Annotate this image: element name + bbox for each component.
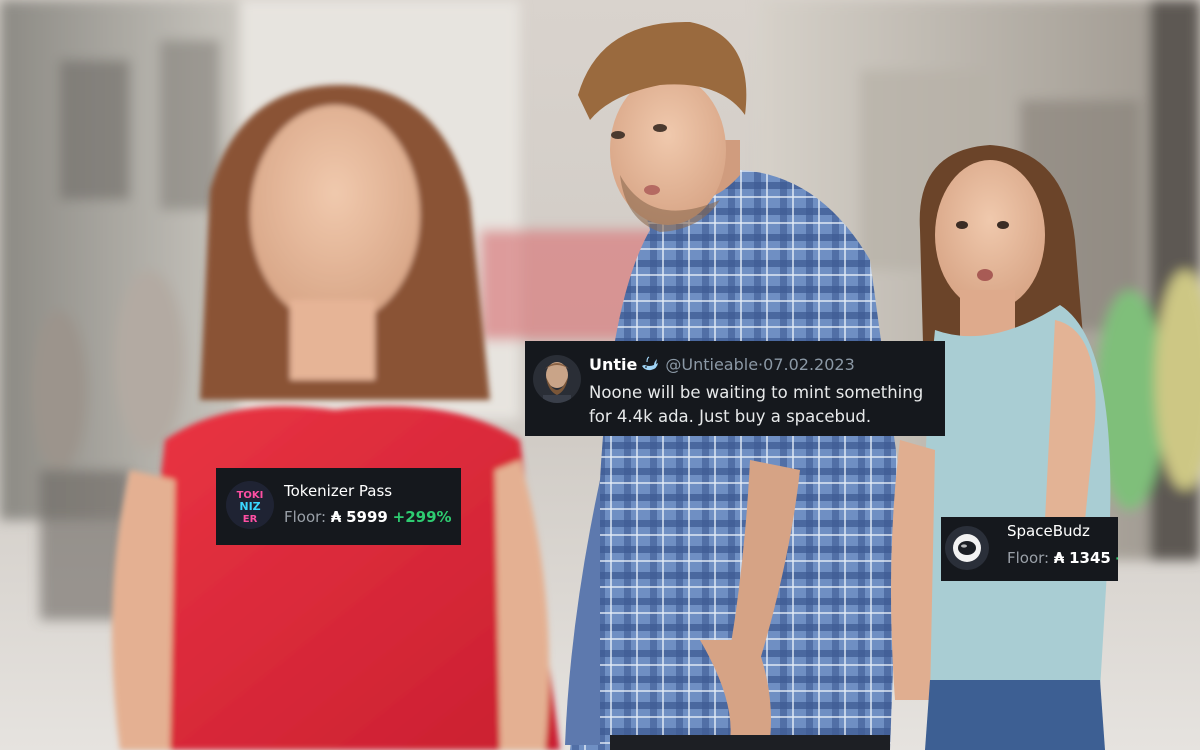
floor-price: 1345: [1069, 549, 1111, 567]
ada-currency-icon: ₳: [1053, 549, 1065, 567]
price-change: -: [1116, 549, 1118, 567]
tokenizer-logo-icon: TOKI NIZ ER: [226, 481, 274, 529]
spacebudz-card[interactable]: SpaceBudz Floor: ₳ 1345 -: [941, 517, 1118, 581]
tweet-author-name[interactable]: Untie: [589, 355, 637, 374]
floor-price: 5999: [346, 508, 388, 526]
tweet-text: Noone will be waiting to mint something …: [589, 383, 924, 426]
svg-text:NIZ: NIZ: [239, 500, 260, 513]
floor-price-row: Floor: ₳ 1345 -: [1007, 549, 1118, 567]
tokenizer-pass-card[interactable]: TOKI NIZ ER Tokenizer Pass Floor: ₳ 5999…: [216, 468, 461, 545]
tweet-card[interactable]: Untie @Untieable·07.02.2023 Noone will be…: [525, 341, 945, 436]
collection-name: Tokenizer Pass: [284, 482, 393, 500]
floor-label: Floor:: [284, 508, 327, 526]
floor-price-row: Floor: ₳ 5999 +299%: [284, 508, 452, 526]
collection-name: SpaceBudz: [1007, 522, 1090, 540]
price-change: +299%: [392, 508, 452, 526]
tweet-date[interactable]: 07.02.2023: [763, 355, 855, 374]
whale-icon: [641, 356, 659, 376]
ada-currency-icon: ₳: [330, 508, 342, 526]
tweet-handle[interactable]: @Untieable: [665, 355, 758, 374]
floor-label: Floor:: [1007, 549, 1050, 567]
svg-text:ER: ER: [243, 514, 258, 525]
tweet-header: Untie @Untieable·07.02.2023: [589, 355, 855, 376]
bearded-man-avatar[interactable]: [533, 355, 581, 403]
astronaut-helmet-icon: [945, 526, 989, 570]
